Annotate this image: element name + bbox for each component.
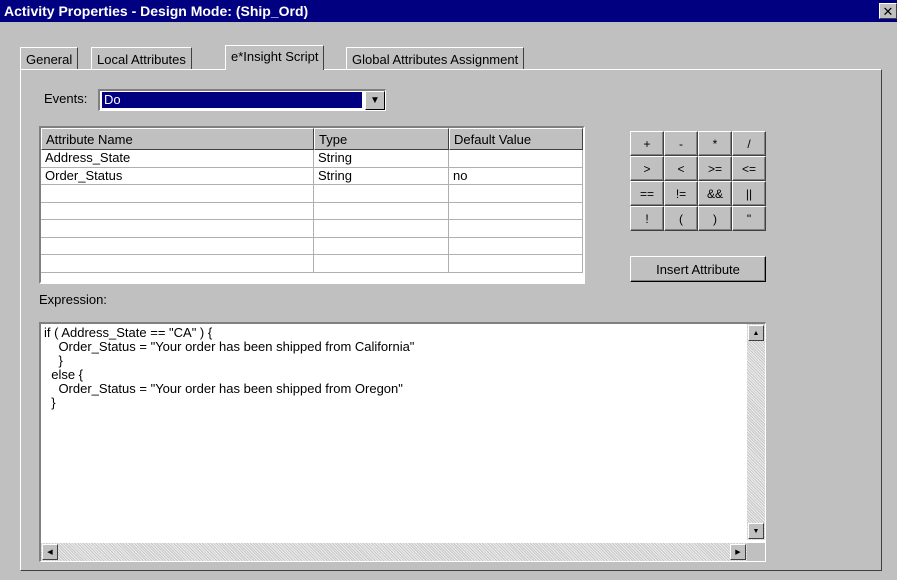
tab-general[interactable]: General [20, 47, 79, 69]
tab-global-attributes-assignment[interactable]: Global Attributes Assignment [346, 47, 525, 69]
tab-local-attributes[interactable]: Local Attributes [91, 47, 192, 69]
tab-panel [20, 69, 882, 571]
window-title: Activity Properties - Design Mode: (Ship… [4, 3, 309, 19]
title-bar: Activity Properties - Design Mode: (Ship… [0, 0, 897, 22]
close-icon[interactable]: ✕ [879, 3, 897, 19]
tab-einsight-script[interactable]: e*Insight Script [225, 45, 325, 70]
